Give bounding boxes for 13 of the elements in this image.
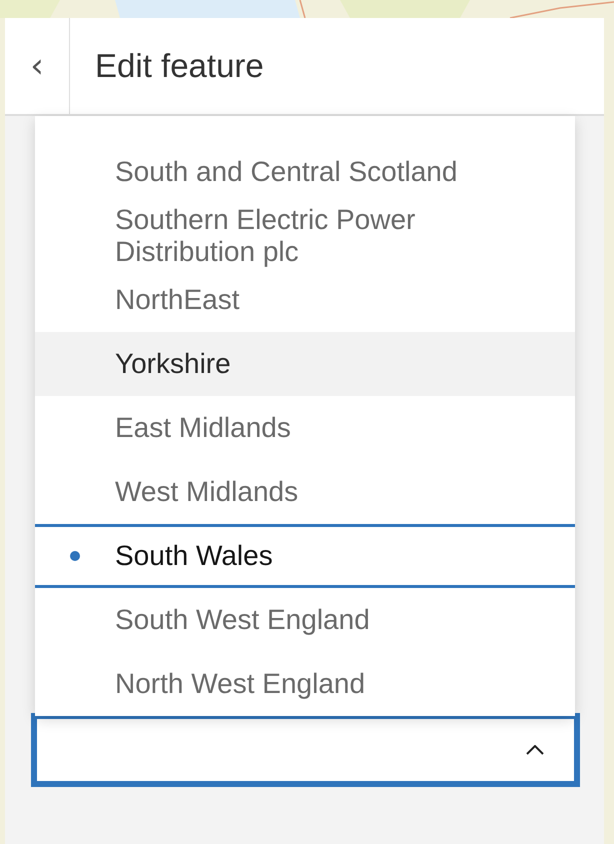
dropdown-option[interactable]: East Midlands <box>35 396 575 460</box>
dropdown-option[interactable]: West Midlands <box>35 460 575 524</box>
dropdown-option[interactable]: Yorkshire <box>35 332 575 396</box>
select-field[interactable] <box>31 713 580 787</box>
chevron-up-icon <box>526 745 544 755</box>
dropdown-option[interactable]: NorthEast <box>35 268 575 332</box>
dropdown-option[interactable]: North West England <box>35 652 575 716</box>
dropdown-option[interactable]: South Wales <box>35 524 575 588</box>
panel-title: Edit feature <box>95 47 264 85</box>
dropdown-option[interactable]: South West England <box>35 588 575 652</box>
dropdown-option[interactable]: Southern Electric Power Distribution plc <box>35 204 575 268</box>
selected-dot-icon <box>70 551 80 561</box>
dropdown-option[interactable]: South and Central Scotland <box>35 140 575 204</box>
